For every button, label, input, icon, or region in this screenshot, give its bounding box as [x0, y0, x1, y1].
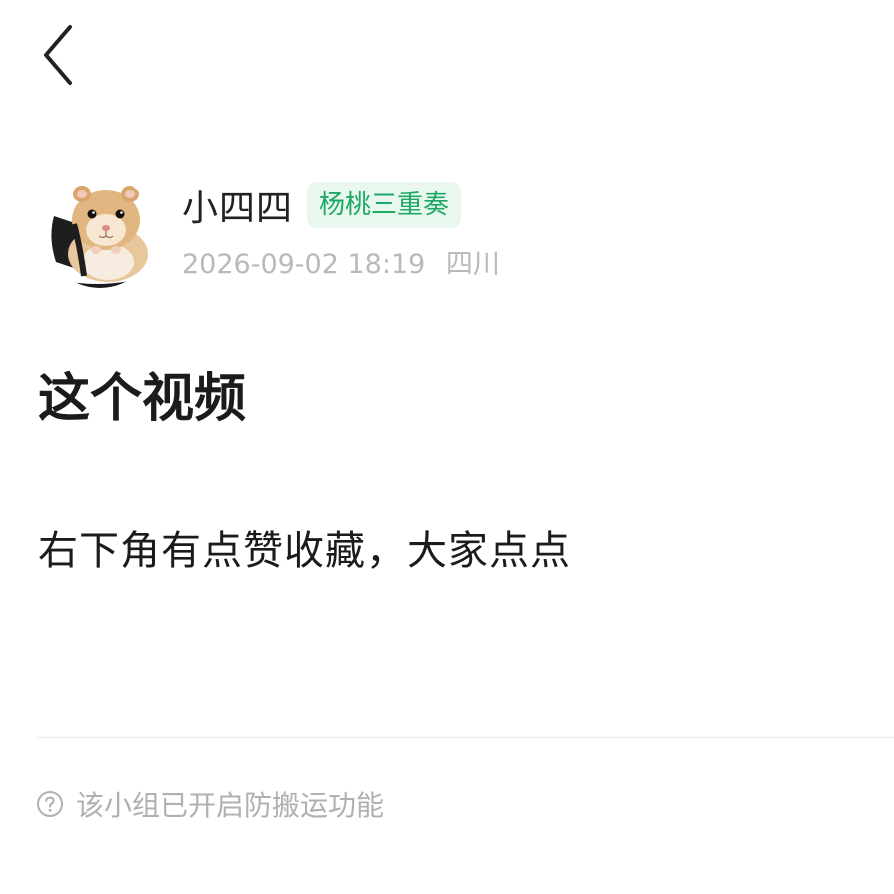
avatar[interactable] — [44, 176, 156, 288]
question-circle-icon — [37, 791, 63, 817]
notice-text: 该小组已开启防搬运功能 — [76, 789, 385, 822]
chevron-left-icon — [44, 25, 72, 85]
post-body: 右下角有点赞收藏，大家点点 — [38, 528, 571, 574]
group-badge[interactable]: 杨桃三重奏 — [307, 182, 462, 228]
author-line: 小四四 杨桃三重奏 — [182, 179, 462, 231]
post-datetime: 2026-09-02 18:19 — [182, 249, 426, 280]
divider — [36, 737, 894, 738]
anti-repost-notice[interactable]: 该小组已开启防搬运功能 — [36, 784, 384, 824]
post-location: 四川 — [445, 249, 500, 280]
post-title: 这个视频 — [38, 369, 247, 429]
post-meta: 2026-09-02 18:19 四川 — [182, 242, 500, 281]
back-button[interactable] — [30, 22, 86, 88]
hamster-avatar-image — [44, 176, 156, 288]
author-name[interactable]: 小四四 — [182, 179, 293, 231]
